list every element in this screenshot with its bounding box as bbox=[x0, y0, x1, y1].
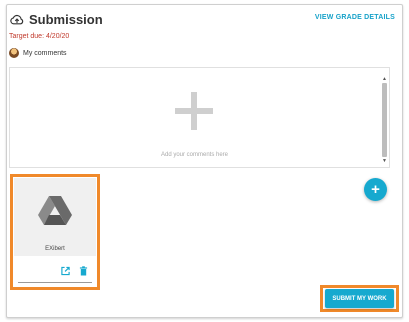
submit-my-work-button[interactable]: SUBMIT MY WORK bbox=[325, 289, 394, 308]
my-comments-label: My comments bbox=[23, 49, 67, 57]
add-comment-plus-icon bbox=[175, 92, 213, 130]
google-drive-icon bbox=[38, 196, 72, 225]
comments-input-area[interactable]: Add your comments here ▲ ▼ bbox=[9, 67, 390, 168]
trash-icon[interactable] bbox=[79, 266, 88, 276]
scroll-up-arrow-icon[interactable]: ▲ bbox=[381, 76, 388, 82]
target-due-date: Target due: 4/20/20 bbox=[9, 33, 70, 40]
attachment-card[interactable]: EXibert bbox=[14, 178, 96, 286]
my-comments-header: My comments bbox=[9, 48, 67, 58]
cloud-upload-icon bbox=[10, 14, 24, 24]
view-grade-details-link[interactable]: VIEW GRADE DETAILS bbox=[315, 14, 395, 21]
scroll-down-arrow-icon[interactable]: ▼ bbox=[381, 158, 388, 164]
submission-header: Submission bbox=[10, 12, 103, 27]
attachment-divider bbox=[18, 282, 92, 283]
comments-placeholder: Add your comments here bbox=[160, 152, 229, 158]
comments-scrollbar[interactable]: ▲ ▼ bbox=[381, 76, 388, 164]
attachment-thumbnail[interactable]: EXibert bbox=[14, 178, 96, 256]
scrollbar-thumb[interactable] bbox=[382, 83, 387, 157]
open-external-icon[interactable] bbox=[61, 266, 70, 276]
attachment-name: EXibert bbox=[45, 246, 65, 252]
page-title: Submission bbox=[29, 12, 103, 27]
attachment-actions bbox=[14, 266, 96, 280]
add-attachment-button[interactable]: + bbox=[364, 178, 387, 201]
avatar bbox=[9, 48, 19, 58]
